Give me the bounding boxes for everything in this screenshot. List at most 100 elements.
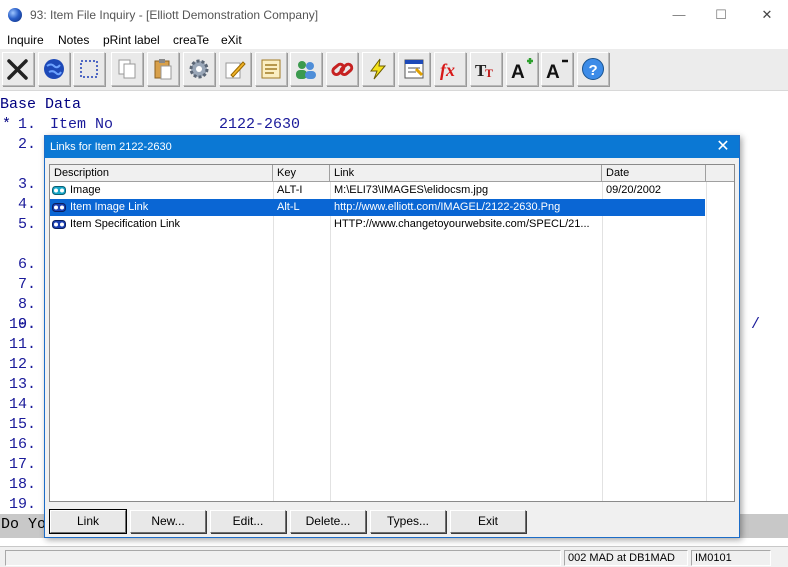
prompt-text: Do Yo (1, 516, 47, 533)
chain-link-icon (331, 62, 354, 76)
item-no-value: 2122-2630 (219, 116, 301, 133)
line-number-18: 18. (9, 476, 37, 493)
image-link-icon (52, 186, 66, 195)
new-button[interactable]: New... (130, 510, 206, 533)
settings-tool-button[interactable] (183, 52, 215, 86)
line-number-15: 15. (9, 416, 37, 433)
font-decrease-tool-button[interactable]: A (541, 52, 573, 86)
menu-print-label[interactable]: pRint label (103, 33, 160, 47)
table-row[interactable]: Item Specification Link HTTP://www.chang… (50, 216, 705, 233)
users-icon (296, 61, 316, 79)
status-message (5, 550, 561, 566)
cell-description: Image (70, 184, 101, 196)
line-number-10: 10. (9, 316, 37, 333)
edit-tool-button[interactable] (219, 52, 251, 86)
column-header-key[interactable]: Key (273, 165, 330, 181)
delete-button[interactable]: Delete... (290, 510, 366, 533)
item-no-label: Item No (50, 116, 114, 133)
line-number-4: 4. (18, 196, 37, 213)
line-number-6: 6. (18, 256, 37, 273)
minimize-button[interactable]: — (664, 4, 694, 26)
line-number-16: 16. (9, 436, 37, 453)
app-globe-icon (8, 8, 22, 22)
function-icon: fx (440, 60, 455, 80)
window-title: 93: Item File Inquiry - [Elliott Demonst… (30, 8, 319, 22)
status-location: 002 MAD at DB1MAD (564, 550, 688, 566)
column-header-date[interactable]: Date (602, 165, 706, 181)
screen-tool-button[interactable] (398, 52, 430, 86)
font-tool-button[interactable]: TT (470, 52, 502, 86)
web-link-icon (52, 220, 66, 229)
menu-inquire[interactable]: Inquire (7, 33, 44, 47)
font-increase-tool-button[interactable]: A (506, 52, 538, 86)
line-number-17: 17. (9, 456, 37, 473)
column-header-link[interactable]: Link (330, 165, 602, 181)
maximize-button[interactable]: ☐ (706, 4, 736, 26)
menu-notes[interactable]: Notes (58, 33, 89, 47)
line-number-13: 13. (9, 376, 37, 393)
paste-icon (154, 59, 172, 80)
close-button[interactable]: ✕ (752, 4, 782, 26)
link-tool-button[interactable] (326, 52, 358, 86)
font-decrease-icon: A (546, 59, 568, 81)
column-divider (706, 182, 707, 501)
title-bar: 93: Item File Inquiry - [Elliott Demonst… (0, 0, 788, 30)
cell-key: Alt-L (277, 201, 300, 213)
line-number-8: 8. (18, 296, 37, 313)
link-button[interactable]: Link (49, 509, 127, 534)
line-number-14: 14. (9, 396, 37, 413)
copy-tool-button[interactable] (111, 52, 143, 86)
dialog-close-button[interactable]: ✕ (711, 137, 735, 157)
line-number-19: 19. (9, 496, 37, 513)
table-row[interactable]: Image ALT-I M:\ELI73\IMAGES\elidocsm.jpg… (50, 182, 705, 199)
lightning-tool-button[interactable] (362, 52, 394, 86)
notes-tool-button[interactable] (255, 52, 287, 86)
column-header-description[interactable]: Description (50, 165, 273, 181)
svg-text:A: A (511, 62, 525, 81)
edit-button[interactable]: Edit... (210, 510, 286, 533)
menu-exit[interactable]: eXit (221, 33, 242, 47)
svg-text:T: T (485, 66, 493, 80)
globe-tool-button[interactable] (38, 52, 70, 86)
line-number-5: 5. (18, 216, 37, 233)
help-tool-button[interactable]: ? (577, 52, 609, 86)
globe-icon (44, 59, 64, 79)
dialog-title-bar: Links for Item 2122-2630 ✕ (45, 136, 739, 158)
svg-text:A: A (546, 62, 560, 81)
select-icon (80, 60, 98, 78)
paste-tool-button[interactable] (147, 52, 179, 86)
menu-bar: Inquire Notes pRint label creaTe eXit (0, 30, 788, 49)
cell-description: Item Image Link (70, 201, 149, 213)
screen-icon (404, 59, 424, 79)
cell-description: Item Specification Link (70, 218, 181, 230)
line-number-11: 11. (9, 336, 37, 353)
font-increase-icon: A (511, 58, 533, 81)
menu-create[interactable]: creaTe (173, 33, 209, 47)
toolbar: fx TT A A ? (0, 49, 788, 91)
links-dialog: Links for Item 2122-2630 ✕ Description K… (44, 135, 740, 538)
users-tool-button[interactable] (290, 52, 322, 86)
table-row-selected[interactable]: Item Image Link Alt-L http://www.elliott… (50, 199, 705, 216)
edit-icon (225, 61, 246, 79)
cell-link: http://www.elliott.com/IMAGEL/2122-2630.… (334, 201, 561, 213)
svg-text:?: ? (589, 62, 598, 79)
line-number-3: 3. (18, 176, 37, 193)
current-field-marker: * (2, 116, 12, 133)
status-bar: 002 MAD at DB1MAD IM0101 (0, 546, 788, 567)
section-title: Base Data (0, 96, 82, 113)
select-tool-button[interactable] (73, 52, 105, 86)
cell-key (273, 216, 330, 233)
cell-date (602, 216, 706, 233)
line-number-1: 1. (18, 116, 37, 133)
svg-text:fx: fx (440, 60, 455, 80)
cell-link: M:\ELI73\IMAGES\elidocsm.jpg (334, 184, 489, 196)
line-number-12: 12. (9, 356, 37, 373)
font-icon: TT (475, 61, 493, 80)
cell-key: ALT-I (277, 184, 303, 196)
links-grid: Description Key Link Date Image ALT-I M:… (49, 164, 735, 502)
exit-button[interactable]: Exit (450, 510, 526, 533)
line-10-slash: / (751, 316, 761, 333)
function-tool-button[interactable]: fx (434, 52, 466, 86)
exit-tool-button[interactable] (2, 52, 34, 86)
types-button[interactable]: Types... (370, 510, 446, 533)
